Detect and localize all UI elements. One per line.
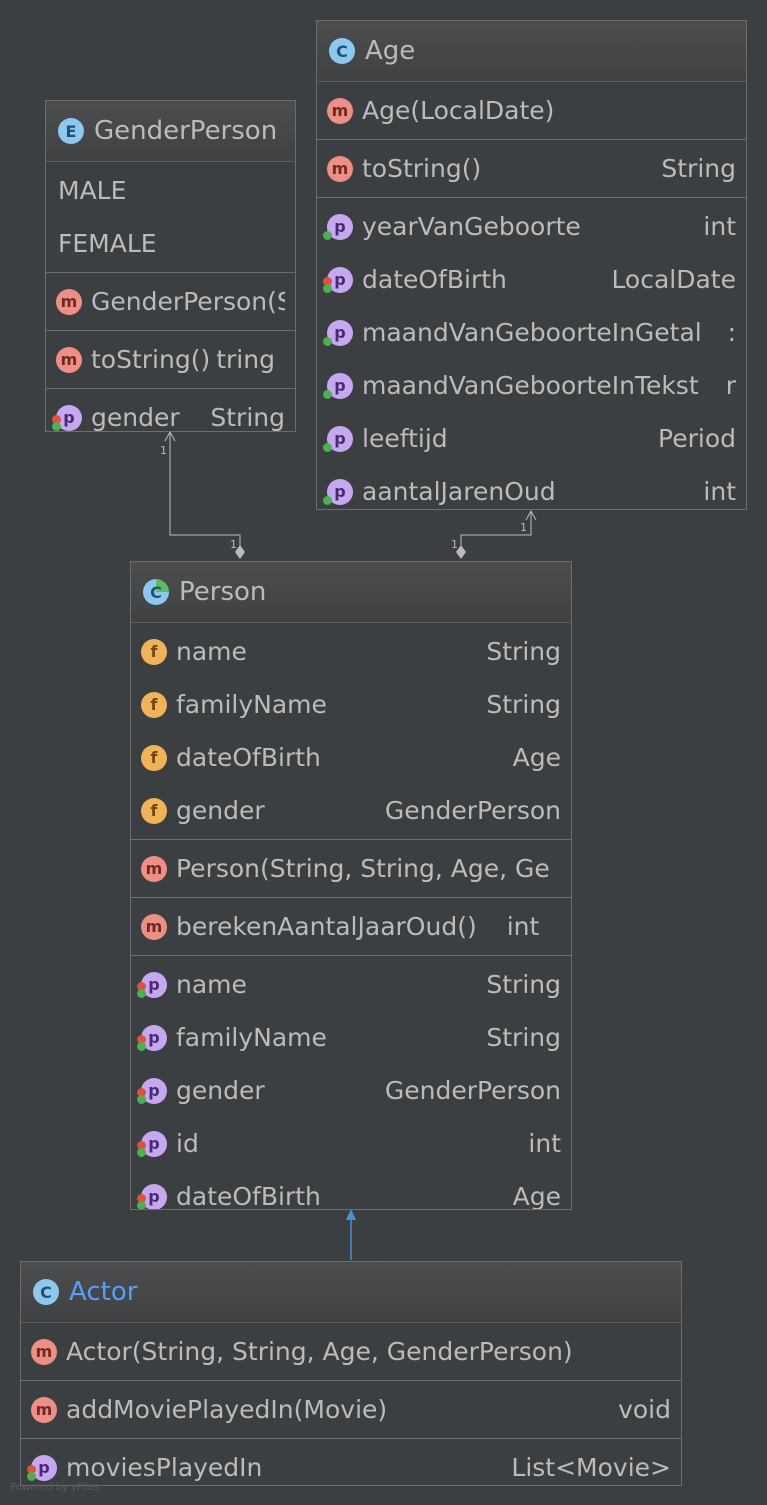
property-icon: p xyxy=(137,971,167,998)
property-row: p maandVanGeboorteInGetal : xyxy=(317,306,746,359)
class-icon: C xyxy=(33,1279,59,1305)
property-row: p dateOfBirth LocalDate xyxy=(317,253,746,306)
method-icon: m xyxy=(56,346,82,373)
person-header: C Person xyxy=(131,562,571,623)
yfiles-watermark: Powered by yFiles xyxy=(10,1482,99,1493)
property-row: p moviesPlayedIn List<Movie> xyxy=(21,1441,681,1485)
genderperson-constructors: m GenderPerson(S xyxy=(46,272,295,330)
property-icon: p xyxy=(323,372,353,399)
person-methods: m berekenAantalJaarOud() int xyxy=(131,897,571,955)
gender-multiplicity-target: 1 xyxy=(160,444,167,457)
property-row: p name String xyxy=(131,958,571,1011)
age-title: Age xyxy=(365,36,416,66)
method-icon: m xyxy=(141,855,167,882)
method-icon: m xyxy=(56,288,82,315)
age-methods: m toString() String xyxy=(317,139,746,197)
property-icon: p xyxy=(137,1130,167,1157)
field-row: f familyName String xyxy=(131,678,571,731)
property-icon: p xyxy=(137,1183,167,1209)
property-icon: p xyxy=(52,404,82,431)
actor-title: Actor xyxy=(69,1277,138,1307)
property-icon: p xyxy=(323,478,353,505)
constructor-row: m Person(String, String, Age, Ge xyxy=(131,842,571,895)
person-constructors: m Person(String, String, Age, Ge xyxy=(131,839,571,897)
method-row: m toString() String xyxy=(317,142,746,195)
constructor-row: m Age(LocalDate) xyxy=(317,84,746,137)
property-row: p aantalJarenOud int xyxy=(317,465,746,509)
property-row: p gender String xyxy=(46,391,295,431)
method-row: m addMoviePlayedIn(Movie) void xyxy=(21,1383,681,1436)
age-multiplicity-source: 1 xyxy=(451,538,458,551)
method-row: m berekenAantalJaarOud() int xyxy=(131,900,571,953)
actor-properties: p moviesPlayedIn List<Movie> xyxy=(21,1438,681,1485)
genderperson-properties: p gender String xyxy=(46,388,295,431)
person-class-node[interactable]: C Person f name String f familyName Stri… xyxy=(130,561,572,1210)
property-row: p dateOfBirth Age xyxy=(131,1170,571,1209)
property-row: p familyName String xyxy=(131,1011,571,1064)
property-row: p id int xyxy=(131,1117,571,1170)
property-row: p maandVanGeboorteInTekst r xyxy=(317,359,746,412)
age-multiplicity-target: 1 xyxy=(520,521,527,534)
actor-constructors: m Actor(String, String, Age, GenderPerso… xyxy=(21,1323,681,1380)
actor-class-node[interactable]: C Actor m Actor(String, String, Age, Gen… xyxy=(20,1261,682,1486)
inheritance-arrowhead xyxy=(346,1209,356,1220)
person-fields: f name String f familyName String f date… xyxy=(131,623,571,839)
gender-multiplicity-source: 1 xyxy=(230,538,237,551)
class-icon: C xyxy=(329,38,355,64)
property-icon: p xyxy=(323,266,353,293)
genderperson-constants: MALE FEMALE xyxy=(46,162,295,272)
property-icon: p xyxy=(323,425,353,452)
property-icon: p xyxy=(137,1024,167,1051)
method-icon: m xyxy=(141,913,167,940)
actor-methods: m addMoviePlayedIn(Movie) void xyxy=(21,1380,681,1438)
actor-header: C Actor xyxy=(21,1262,681,1323)
age-constructors: m Age(LocalDate) xyxy=(317,82,746,139)
age-header: C Age xyxy=(317,21,746,82)
field-icon: f xyxy=(141,744,167,771)
field-icon: f xyxy=(141,797,167,824)
age-properties: p yearVanGeboorte int p dateOfBirth Loca… xyxy=(317,197,746,509)
property-icon: p xyxy=(323,319,353,346)
gender-association-line xyxy=(169,432,241,551)
field-row: f name String xyxy=(131,625,571,678)
property-icon: p xyxy=(27,1454,57,1481)
genderperson-header: E GenderPerson xyxy=(46,101,295,162)
property-row: p leeftijd Period xyxy=(317,412,746,465)
age-class-node[interactable]: C Age m Age(LocalDate) m toString() Stri… xyxy=(316,20,747,510)
method-icon: m xyxy=(31,1338,57,1365)
method-row: m toString() tring xyxy=(46,333,295,386)
method-icon: m xyxy=(327,155,353,182)
method-icon: m xyxy=(327,97,353,124)
field-row: f gender GenderPerson xyxy=(131,784,571,837)
enum-icon: E xyxy=(58,118,84,144)
method-icon: m xyxy=(31,1396,57,1423)
genderperson-title: GenderPerson xyxy=(94,116,278,146)
genderperson-enum-node[interactable]: E GenderPerson MALE FEMALE m GenderPerso… xyxy=(45,100,296,432)
person-title: Person xyxy=(179,577,267,607)
property-row: p gender GenderPerson xyxy=(131,1064,571,1117)
abstract-class-icon: C xyxy=(143,579,169,605)
field-row: f dateOfBirth Age xyxy=(131,731,571,784)
genderperson-methods: m toString() tring xyxy=(46,330,295,388)
field-icon: f xyxy=(141,638,167,665)
property-row: p yearVanGeboorte int xyxy=(317,200,746,253)
constructor-row: m Actor(String, String, Age, GenderPerso… xyxy=(21,1325,681,1378)
constructor-row: m GenderPerson(S xyxy=(46,275,295,328)
property-icon: p xyxy=(137,1077,167,1104)
property-icon: p xyxy=(323,213,353,240)
enum-constant: FEMALE xyxy=(58,229,157,258)
enum-constant: MALE xyxy=(58,176,127,205)
field-icon: f xyxy=(141,691,167,718)
person-properties: p name String p familyName String p gend… xyxy=(131,955,571,1209)
